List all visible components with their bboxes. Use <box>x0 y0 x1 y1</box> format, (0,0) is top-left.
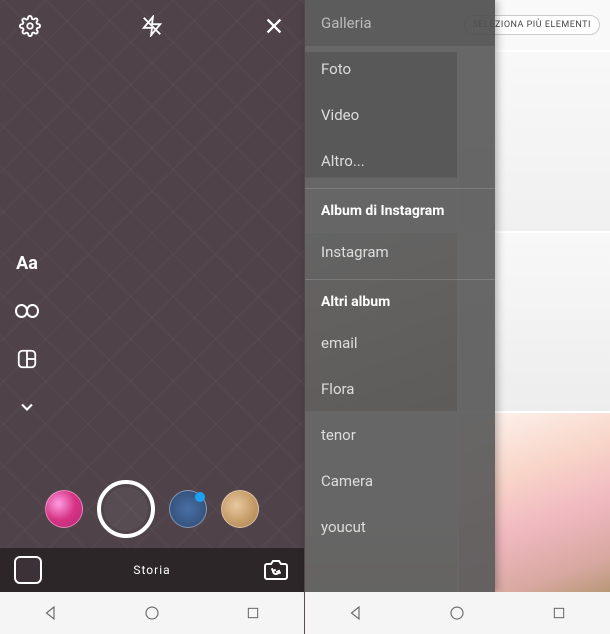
flash-off-icon[interactable] <box>140 14 164 38</box>
boomerang-icon[interactable] <box>14 298 40 324</box>
nav-home-icon[interactable] <box>141 602 163 624</box>
dropdown-item[interactable]: Video <box>305 92 495 138</box>
settings-icon[interactable] <box>18 14 42 38</box>
effects-row <box>0 480 304 538</box>
android-nav-bar <box>305 592 610 634</box>
effect-thumbnail[interactable] <box>221 490 259 528</box>
dropdown-item[interactable]: tenor <box>305 412 495 458</box>
camera-top-bar <box>0 0 304 38</box>
dropdown-item[interactable]: Flora <box>305 366 495 412</box>
camera-screen: Aa Storia <box>0 0 305 634</box>
close-icon[interactable] <box>262 14 286 38</box>
nav-back-icon[interactable] <box>40 602 62 624</box>
dropdown-item[interactable]: Instagram <box>305 229 495 275</box>
dropdown-item[interactable]: Foto <box>305 46 495 92</box>
android-nav-bar <box>0 592 304 634</box>
shutter-button[interactable] <box>97 480 155 538</box>
dropdown-item[interactable]: Altro... <box>305 138 495 184</box>
dropdown-item[interactable]: Galleria <box>305 0 495 46</box>
dropdown-item[interactable]: Camera <box>305 458 495 504</box>
camera-bottom-bar: Storia <box>0 548 304 592</box>
camera-side-tools: Aa <box>14 250 40 420</box>
layout-icon[interactable] <box>14 346 40 372</box>
nav-recent-icon[interactable] <box>242 602 264 624</box>
dropdown-item[interactable]: email <box>305 320 495 366</box>
chevron-down-icon[interactable] <box>14 394 40 420</box>
gallery-screen: SELEZIONA PIÙ ELEMENTI Galleria Foto Vid… <box>305 0 610 634</box>
effect-thumbnail[interactable] <box>169 490 207 528</box>
dropdown-section-header: Album di Instagram <box>305 188 495 229</box>
dropdown-section-header: Altri album <box>305 279 495 320</box>
switch-camera-icon[interactable] <box>262 556 290 584</box>
nav-home-icon[interactable] <box>446 602 468 624</box>
text-tool-icon[interactable]: Aa <box>14 250 40 276</box>
nav-back-icon[interactable] <box>345 602 367 624</box>
capture-mode-label[interactable]: Storia <box>133 563 170 577</box>
album-dropdown: Galleria Foto Video Altro... Album di In… <box>305 0 495 592</box>
nav-recent-icon[interactable] <box>548 602 570 624</box>
dropdown-item[interactable]: youcut <box>305 504 495 550</box>
gallery-thumbnail-button[interactable] <box>14 556 42 584</box>
effect-thumbnail[interactable] <box>45 490 83 528</box>
